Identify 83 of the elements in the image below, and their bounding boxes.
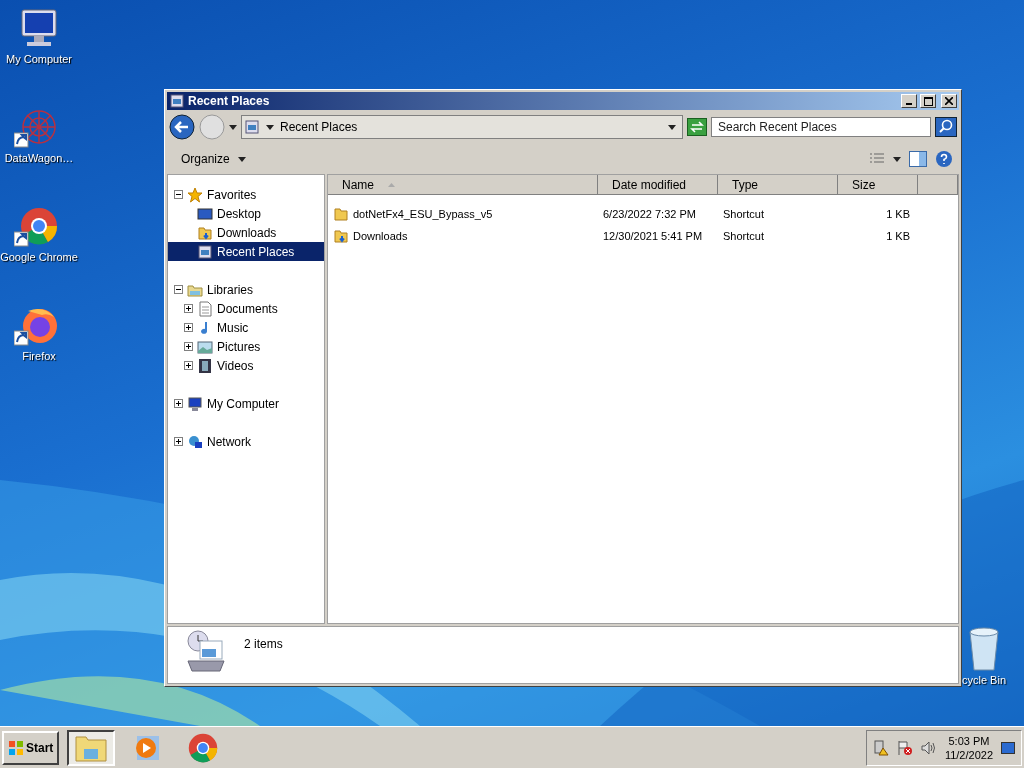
file-row[interactable]: dotNetFx4_ESU_Bypass_v5 6/23/2022 7:32 PM Shortcut 1 KB <box>328 203 958 225</box>
taskbar-button[interactable] <box>67 729 116 766</box>
address-bar[interactable]: Recent Places <box>241 115 683 139</box>
caret-icon <box>266 124 274 130</box>
videos-icon <box>197 357 213 374</box>
recent-places-icon <box>169 93 185 109</box>
date-modified: 12/30/2021 5:41 PM <box>603 230 703 242</box>
dropdown-caret-icon <box>668 124 676 130</box>
tree-item[interactable]: Recent Places <box>168 242 324 261</box>
view-caret-icon <box>893 156 901 162</box>
document-icon <box>197 300 213 317</box>
expand-icon[interactable] <box>184 323 193 332</box>
desktop-icon-label[interactable]: My Computer <box>6 53 72 65</box>
organize-button[interactable]: Organize <box>179 150 248 168</box>
tree-item[interactable]: Pictures <box>168 337 324 356</box>
tree-item[interactable]: Network <box>168 432 324 451</box>
network-warning-icon[interactable] <box>872 739 889 756</box>
close-button[interactable] <box>941 94 957 108</box>
download-folder-icon <box>333 228 349 244</box>
tree-item[interactable]: Desktop <box>168 204 324 223</box>
expand-icon[interactable] <box>174 437 183 446</box>
media-player-icon <box>133 733 162 762</box>
column-header[interactable] <box>918 175 958 195</box>
download-folder-icon <box>197 224 213 241</box>
tree-item[interactable]: Videos <box>168 356 324 375</box>
maximize-button[interactable] <box>920 94 936 108</box>
file-size: 1 KB <box>886 230 910 242</box>
preview-pane-icon[interactable] <box>909 151 927 167</box>
window-title: Recent Places <box>188 94 271 108</box>
star-icon <box>187 186 203 203</box>
desktop-icon-label[interactable]: DataWagon… <box>4 152 74 164</box>
desktop-icon <box>197 205 213 222</box>
tree-item[interactable]: My Computer <box>168 394 324 413</box>
file-row[interactable]: Downloads 12/30/2021 5:41 PM Shortcut 1 KB <box>328 225 958 247</box>
item-count: 2 items <box>244 637 283 651</box>
file-type: Shortcut <box>723 230 764 242</box>
chrome-icon <box>187 731 220 764</box>
close-icon <box>945 97 953 105</box>
search-field[interactable]: Search Recent Places <box>711 117 931 137</box>
show-desktop-icon[interactable] <box>1001 741 1015 754</box>
network-icon <box>187 433 203 450</box>
tree-item[interactable]: Favorites <box>168 185 324 204</box>
search-icon[interactable] <box>935 117 957 137</box>
recent-places-icon <box>197 243 213 260</box>
expand-icon[interactable] <box>174 399 183 408</box>
date-modified: 6/23/2022 7:32 PM <box>603 208 696 220</box>
folder-icon <box>333 206 349 222</box>
minimize-button[interactable] <box>901 94 917 108</box>
start-button[interactable]: Start <box>2 730 60 765</box>
desktop-icon-label[interactable]: Google Chrome <box>0 251 78 263</box>
windows-logo-icon <box>8 739 24 756</box>
caret-icon <box>237 156 246 162</box>
expand-icon[interactable] <box>184 342 193 351</box>
refresh-icon[interactable] <box>687 118 707 136</box>
computer-icon <box>187 395 203 412</box>
tree-item[interactable]: Music <box>168 318 324 337</box>
clock[interactable]: 5:03 PM 11/2/2022 <box>944 734 993 761</box>
desktop-icon-label[interactable]: cycle Bin <box>962 674 1007 686</box>
collapse-icon[interactable] <box>174 190 183 199</box>
history-caret-icon <box>229 124 237 130</box>
file-size: 1 KB <box>886 208 910 220</box>
file-type: Shortcut <box>723 208 764 220</box>
desktop-icon-label[interactable]: Firefox <box>22 350 56 362</box>
column-header[interactable]: Type <box>718 175 838 195</box>
column-header[interactable]: Size <box>838 175 918 195</box>
expand-icon[interactable] <box>184 304 193 313</box>
help-icon[interactable] <box>935 150 953 168</box>
tree-item[interactable]: Downloads <box>168 223 324 242</box>
file-name: Downloads <box>353 230 408 242</box>
file-name: dotNetFx4_ESU_Bypass_v5 <box>353 208 493 220</box>
maximize-icon <box>923 96 933 106</box>
tree-item[interactable]: Libraries <box>168 280 324 299</box>
speaker-icon[interactable] <box>920 739 937 756</box>
column-header[interactable]: Date modified <box>598 175 718 195</box>
collapse-icon[interactable] <box>174 285 183 294</box>
tree-item[interactable]: Documents <box>168 299 324 318</box>
back-icon[interactable] <box>169 114 195 140</box>
recent-places-icon <box>244 119 260 135</box>
flag-error-icon[interactable] <box>896 739 913 756</box>
column-header[interactable]: Name <box>328 175 598 195</box>
expand-icon[interactable] <box>184 361 193 370</box>
recent-places-icon <box>184 629 228 673</box>
pictures-icon <box>197 338 213 355</box>
